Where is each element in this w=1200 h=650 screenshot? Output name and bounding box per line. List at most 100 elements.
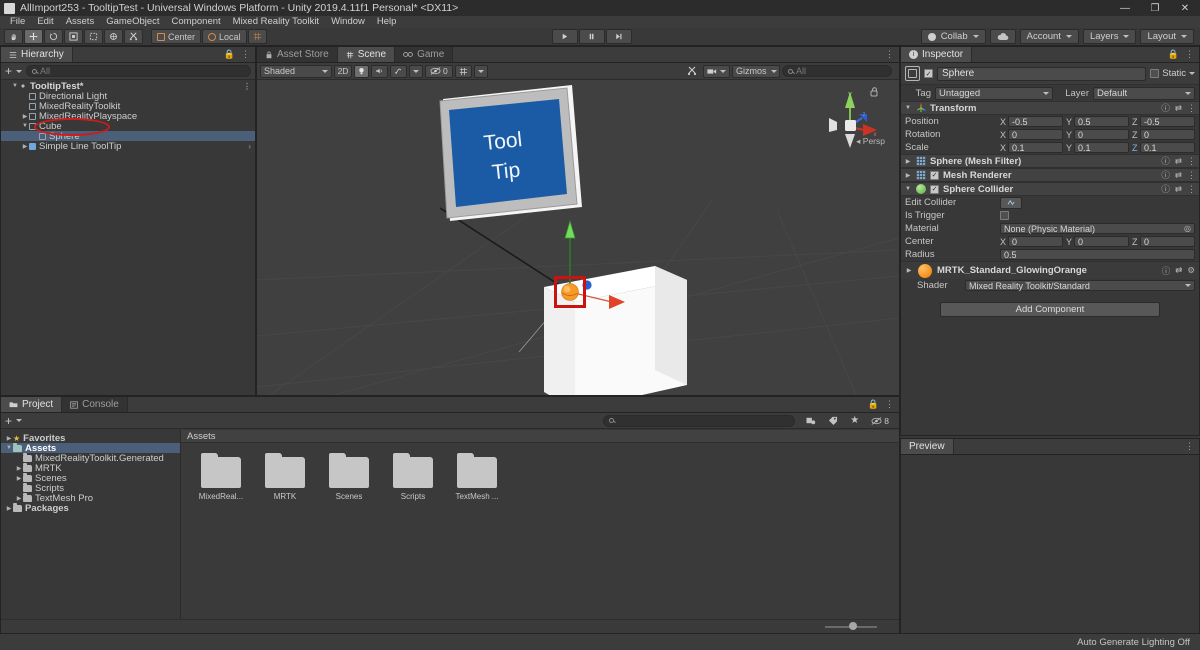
transform-scale-y-input[interactable]: 0.1 bbox=[1074, 142, 1129, 153]
tab-inspector[interactable]: i Inspector bbox=[901, 47, 973, 62]
transform-rotation-y-input[interactable]: 0 bbox=[1074, 129, 1129, 140]
minimize-button[interactable]: — bbox=[1110, 0, 1140, 16]
component-header-mesh-filter[interactable]: ▶ Sphere (Mesh Filter) ⓘ ⇄ ⋮ bbox=[901, 154, 1199, 168]
hierarchy-item[interactable]: Directional Light bbox=[1, 91, 255, 102]
project-tree-item[interactable]: MixedRealityToolkit.Generated bbox=[1, 452, 180, 464]
project-visibility-button[interactable]: 8 bbox=[867, 414, 895, 427]
layers-button[interactable]: Layers bbox=[1082, 29, 1137, 44]
preview-menu-icon[interactable]: ⋮ bbox=[1185, 441, 1194, 452]
asset-item[interactable]: MixedReal... bbox=[197, 453, 245, 501]
foldout-arrow-icon[interactable]: ▶ bbox=[5, 505, 13, 512]
prefab-open-icon[interactable]: › bbox=[248, 142, 255, 151]
component-menu-icon[interactable]: ⋮ bbox=[1187, 170, 1196, 181]
project-tree-item[interactable]: Scripts bbox=[1, 482, 180, 494]
project-tree-item[interactable]: ▶ ★ Favorites bbox=[1, 433, 180, 444]
foldout-arrow-icon[interactable]: ▶ bbox=[15, 475, 23, 482]
asset-item[interactable]: TextMesh ... bbox=[453, 453, 501, 501]
preset-icon[interactable]: ⇄ bbox=[1175, 170, 1182, 181]
pivot-mode-button[interactable]: Center bbox=[151, 29, 202, 44]
material-header[interactable]: ▶ MRTK_Standard_GlowingOrange ⓘ ⇄ ⚙ bbox=[901, 261, 1199, 279]
tab-game[interactable]: Game bbox=[395, 47, 454, 62]
account-button[interactable]: Account bbox=[1019, 29, 1079, 44]
is-trigger-checkbox[interactable] bbox=[1000, 211, 1009, 220]
create-asset-button[interactable]: + bbox=[5, 415, 12, 427]
scene-tools-button[interactable] bbox=[683, 65, 701, 78]
create-object-button[interactable]: + bbox=[5, 65, 12, 77]
menu-edit[interactable]: Edit bbox=[31, 16, 59, 28]
menu-mixed-reality-toolkit[interactable]: Mixed Reality Toolkit bbox=[227, 16, 325, 28]
menu-file[interactable]: File bbox=[4, 16, 31, 28]
component-menu-icon[interactable]: ⋮ bbox=[1187, 156, 1196, 167]
scene-visibility-button[interactable]: 0 bbox=[425, 64, 453, 78]
add-component-button[interactable]: Add Component bbox=[940, 302, 1160, 317]
foldout-arrow-icon[interactable]: ▶ bbox=[5, 435, 13, 442]
menu-window[interactable]: Window bbox=[325, 16, 371, 28]
help-icon[interactable]: ⓘ bbox=[1161, 102, 1170, 114]
object-name-input[interactable]: Sphere bbox=[937, 66, 1147, 81]
chevron-down-icon[interactable] bbox=[16, 419, 23, 422]
component-header-mesh-renderer[interactable]: ▶ ✓ Mesh Renderer ⓘ ⇄ ⋮ bbox=[901, 168, 1199, 182]
collab-button[interactable]: Collab bbox=[920, 29, 986, 44]
project-tree-item[interactable]: ▶ Scenes bbox=[1, 472, 180, 484]
asset-item[interactable]: Scripts bbox=[389, 453, 437, 501]
component-header-sphere-collider[interactable]: ▼ ✓ Sphere Collider ⓘ ⇄ ⋮ bbox=[901, 182, 1199, 196]
tab-asset-store[interactable]: Asset Store bbox=[257, 47, 338, 62]
foldout-arrow-icon[interactable]: ▶ bbox=[904, 158, 912, 165]
scene-search-input[interactable]: All bbox=[782, 65, 892, 77]
transform-position-z-input[interactable]: -0.5 bbox=[1140, 116, 1195, 127]
lock-icon[interactable]: 🔒 bbox=[1168, 49, 1179, 60]
preset-icon[interactable]: ⇄ bbox=[1175, 156, 1182, 167]
project-tree-item[interactable]: ▼ Assets bbox=[1, 442, 180, 454]
icon-size-slider[interactable] bbox=[825, 622, 877, 630]
hierarchy-item[interactable]: Sphere bbox=[1, 131, 255, 142]
chevron-down-icon[interactable] bbox=[16, 69, 23, 73]
component-menu-icon[interactable]: ⋮ bbox=[1187, 103, 1196, 114]
help-icon[interactable]: ⓘ bbox=[1161, 169, 1170, 181]
transform-rotation-x-input[interactable]: 0 bbox=[1008, 129, 1063, 140]
center-y-input[interactable]: 0 bbox=[1074, 236, 1129, 247]
foldout-arrow-icon[interactable]: ▶ bbox=[21, 143, 29, 150]
hierarchy-item[interactable]: ▶ MixedRealityPlayspace bbox=[1, 111, 255, 122]
radius-input[interactable]: 0.5 bbox=[1000, 249, 1195, 260]
scene-orientation-gizmo[interactable]: y z x bbox=[819, 86, 881, 158]
project-search-input[interactable] bbox=[603, 414, 796, 427]
project-tree-item[interactable]: ▶ MRTK bbox=[1, 462, 180, 474]
scene-projection-label[interactable]: ◂ Persp bbox=[856, 136, 885, 147]
hand-tool-button[interactable] bbox=[4, 29, 23, 44]
scene-fx-dropdown[interactable] bbox=[409, 64, 423, 78]
foldout-arrow-icon[interactable]: ▶ bbox=[15, 495, 23, 502]
foldout-arrow-icon[interactable]: ▼ bbox=[904, 186, 912, 192]
preset-icon[interactable]: ⇄ bbox=[1175, 103, 1182, 114]
sphere-collider-enabled-checkbox[interactable]: ✓ bbox=[930, 184, 939, 194]
gizmos-dropdown[interactable]: Gizmos bbox=[732, 64, 780, 78]
menu-gameobject[interactable]: GameObject bbox=[100, 16, 165, 28]
foldout-arrow-icon[interactable]: ▼ bbox=[904, 105, 912, 111]
hierarchy-item[interactable]: ▼ Cube bbox=[1, 121, 255, 132]
center-z-input[interactable]: 0 bbox=[1140, 236, 1195, 247]
scene-lighting-button[interactable] bbox=[354, 64, 369, 78]
shading-mode-dropdown[interactable]: Shaded bbox=[260, 64, 332, 78]
shader-dropdown[interactable]: Mixed Reality Toolkit/Standard bbox=[965, 280, 1195, 291]
static-toggle[interactable]: Static bbox=[1150, 68, 1195, 79]
lock-icon[interactable]: 🔒 bbox=[868, 399, 879, 410]
physic-material-field[interactable]: None (Physic Material) ◎ bbox=[1000, 223, 1195, 234]
filter-by-label-button[interactable] bbox=[824, 414, 842, 427]
custom-tool-button[interactable] bbox=[124, 29, 143, 44]
move-tool-button[interactable] bbox=[24, 29, 43, 44]
pivot-space-button[interactable]: Local bbox=[202, 29, 247, 44]
hierarchy-menu-icon[interactable]: ⋮ bbox=[241, 49, 250, 60]
transform-rotation-z-input[interactable]: 0 bbox=[1140, 129, 1195, 140]
preset-icon[interactable]: ⇄ bbox=[1175, 265, 1182, 276]
menu-component[interactable]: Component bbox=[166, 16, 227, 28]
preset-icon[interactable]: ⇄ bbox=[1175, 184, 1182, 195]
foldout-arrow-icon[interactable]: ▶ bbox=[904, 172, 912, 179]
help-icon[interactable]: ⓘ bbox=[1161, 155, 1170, 167]
maximize-button[interactable]: ❐ bbox=[1140, 0, 1170, 16]
mesh-renderer-enabled-checkbox[interactable]: ✓ bbox=[930, 170, 939, 180]
object-enabled-checkbox[interactable]: ✓ bbox=[924, 69, 933, 78]
tab-hierarchy[interactable]: Hierarchy bbox=[1, 47, 73, 62]
hierarchy-item[interactable]: ▶ Simple Line ToolTip › bbox=[1, 141, 255, 152]
transform-position-y-input[interactable]: 0.5 bbox=[1074, 116, 1129, 127]
scene-menu-icon[interactable]: ⋮ bbox=[885, 49, 894, 60]
gear-icon[interactable]: ⚙ bbox=[1187, 265, 1195, 276]
